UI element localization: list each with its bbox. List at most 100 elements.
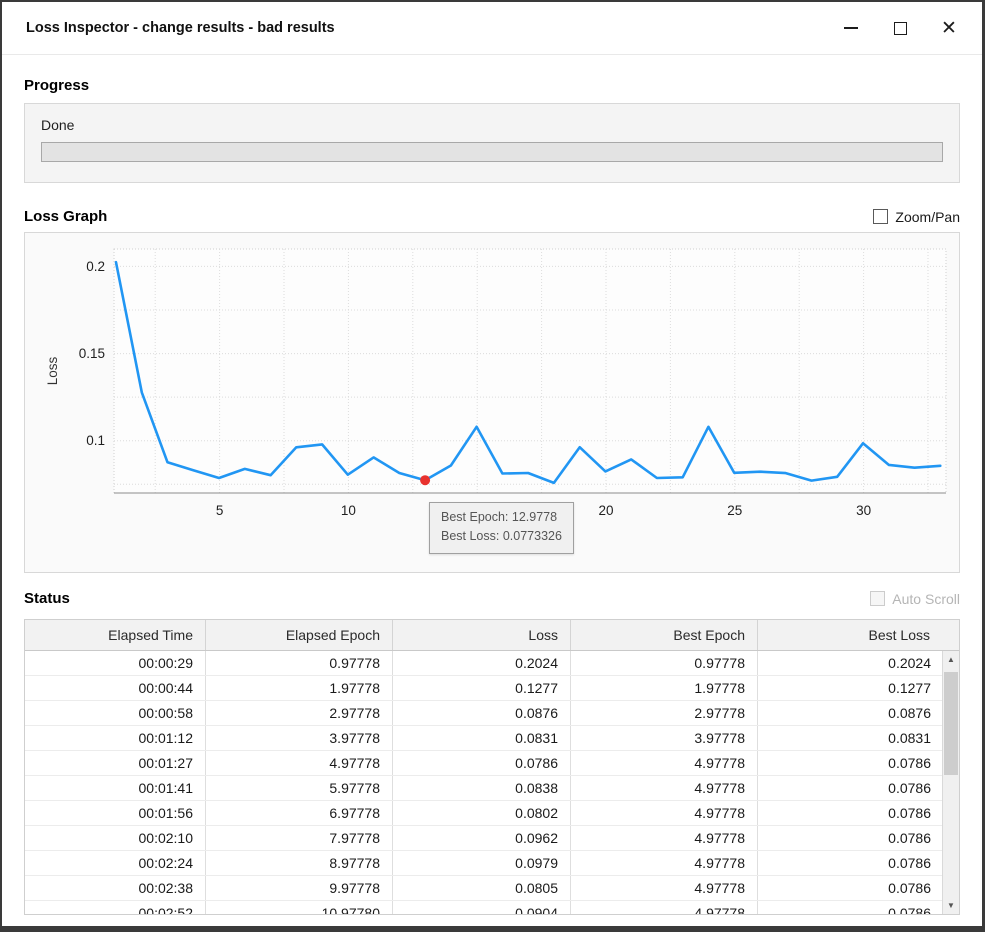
table-row[interactable]: 00:01:415.977780.08384.977780.0786 (25, 776, 943, 801)
table-cell: 0.1277 (758, 676, 943, 700)
scrollbar-thumb[interactable] (944, 672, 958, 775)
table-cell: 0.0831 (393, 726, 571, 750)
scroll-up-button[interactable]: ▲ (943, 651, 959, 668)
table-cell: 0.0962 (393, 826, 571, 850)
table-cell: 3.97778 (571, 726, 758, 750)
table-row[interactable]: 00:01:566.977780.08024.977780.0786 (25, 801, 943, 826)
window-controls: ✕ (842, 19, 958, 37)
table-row[interactable]: 00:01:274.977780.07864.977780.0786 (25, 751, 943, 776)
table-cell: 0.1277 (393, 676, 571, 700)
window-content: Progress Done Loss Graph Zoom/Pan 510152… (2, 55, 982, 915)
table-cell: 8.97778 (206, 851, 393, 875)
table-cell: 10.97780 (206, 901, 393, 915)
table-cell: 4.97778 (571, 901, 758, 915)
table-cell: 00:02:52 (25, 901, 206, 915)
status-table-header: Elapsed TimeElapsed EpochLossBest EpochB… (25, 620, 959, 651)
table-cell: 0.0786 (758, 876, 943, 900)
scroll-up-icon: ▲ (947, 655, 955, 664)
table-scrollbar[interactable]: ▲ ▼ (942, 651, 959, 914)
table-cell: 5.97778 (206, 776, 393, 800)
table-cell: 0.97778 (571, 651, 758, 675)
table-row[interactable]: 00:02:107.977780.09624.977780.0786 (25, 826, 943, 851)
table-cell: 4.97778 (571, 851, 758, 875)
svg-text:25: 25 (727, 503, 742, 518)
status-table-body: 00:00:290.977780.20240.977780.202400:00:… (25, 651, 943, 915)
table-row[interactable]: 00:00:441.977780.12771.977780.1277 (25, 676, 943, 701)
table-cell: 7.97778 (206, 826, 393, 850)
loss-graph-section-label: Loss Graph (24, 208, 107, 225)
titlebar: Loss Inspector - change results - bad re… (2, 2, 982, 55)
auto-scroll-label: Auto Scroll (892, 591, 960, 607)
maximize-icon (894, 22, 907, 35)
table-cell: 0.0802 (393, 801, 571, 825)
table-cell: 6.97778 (206, 801, 393, 825)
table-cell: 00:02:38 (25, 876, 206, 900)
table-cell: 4.97778 (571, 876, 758, 900)
table-cell: 0.0786 (758, 801, 943, 825)
svg-text:0.1: 0.1 (86, 433, 105, 448)
tooltip-best-epoch: Best Epoch: 12.9778 (441, 508, 562, 527)
table-row[interactable]: 00:00:290.977780.20240.977780.2024 (25, 651, 943, 676)
checkbox-unchecked-icon (873, 209, 888, 224)
column-header-elapsed-epoch[interactable]: Elapsed Epoch (206, 620, 393, 650)
column-header-best-epoch[interactable]: Best Epoch (571, 620, 758, 650)
column-header-loss[interactable]: Loss (393, 620, 571, 650)
svg-text:10: 10 (341, 503, 356, 518)
tooltip-best-loss: Best Loss: 0.0773326 (441, 527, 562, 546)
scroll-down-button[interactable]: ▼ (943, 897, 959, 914)
column-header-best-loss[interactable]: Best Loss (758, 620, 959, 650)
table-row[interactable]: 00:02:5210.977800.09044.977780.0786 (25, 901, 943, 915)
table-row[interactable]: 00:01:123.977780.08313.977780.0831 (25, 726, 943, 751)
status-table: Elapsed TimeElapsed EpochLossBest EpochB… (24, 619, 960, 915)
table-cell: 0.0831 (758, 726, 943, 750)
table-cell: 4.97778 (571, 801, 758, 825)
table-cell: 4.97778 (571, 776, 758, 800)
table-cell: 2.97778 (206, 701, 393, 725)
table-cell: 0.0786 (758, 901, 943, 915)
status-section-label: Status (24, 590, 70, 607)
table-cell: 0.97778 (206, 651, 393, 675)
scroll-down-icon: ▼ (947, 901, 955, 910)
table-cell: 0.0876 (758, 701, 943, 725)
table-row[interactable]: 00:02:248.977780.09794.977780.0786 (25, 851, 943, 876)
close-icon: ✕ (941, 19, 957, 38)
zoom-pan-checkbox[interactable]: Zoom/Pan (873, 209, 960, 225)
svg-text:20: 20 (598, 503, 613, 518)
table-cell: 4.97778 (571, 751, 758, 775)
table-cell: 00:00:58 (25, 701, 206, 725)
table-cell: 00:01:41 (25, 776, 206, 800)
progress-bar (41, 142, 943, 162)
table-cell: 4.97778 (571, 826, 758, 850)
progress-section-label: Progress (24, 77, 89, 94)
column-header-elapsed-time[interactable]: Elapsed Time (25, 620, 206, 650)
table-cell: 0.2024 (393, 651, 571, 675)
table-cell: 0.0904 (393, 901, 571, 915)
svg-text:30: 30 (856, 503, 871, 518)
progress-groupbox: Done (24, 103, 960, 183)
zoom-pan-label: Zoom/Pan (895, 209, 960, 225)
table-row[interactable]: 00:00:582.977780.08762.977780.0876 (25, 701, 943, 726)
table-cell: 00:02:10 (25, 826, 206, 850)
maximize-button[interactable] (891, 19, 909, 37)
minimize-button[interactable] (842, 19, 860, 37)
table-cell: 2.97778 (571, 701, 758, 725)
progress-item-label: Done (41, 117, 943, 133)
close-button[interactable]: ✕ (940, 19, 958, 37)
table-cell: 0.0838 (393, 776, 571, 800)
table-row[interactable]: 00:02:389.977780.08054.977780.0786 (25, 876, 943, 901)
table-cell: 0.0979 (393, 851, 571, 875)
app-window: Loss Inspector - change results - bad re… (0, 0, 985, 932)
svg-text:0.2: 0.2 (86, 259, 105, 274)
table-cell: 3.97778 (206, 726, 393, 750)
table-cell: 00:01:56 (25, 801, 206, 825)
best-point-marker (420, 475, 430, 485)
y-axis-title: Loss (45, 356, 60, 385)
table-cell: 00:00:29 (25, 651, 206, 675)
loss-chart-panel: 510152025300.10.150.2LossEpoch Best Epoc… (24, 232, 960, 573)
svg-text:5: 5 (216, 503, 224, 518)
table-cell: 0.0786 (758, 851, 943, 875)
chart-grid (114, 249, 946, 493)
table-cell: 00:00:44 (25, 676, 206, 700)
table-cell: 9.97778 (206, 876, 393, 900)
svg-text:0.15: 0.15 (79, 346, 105, 361)
